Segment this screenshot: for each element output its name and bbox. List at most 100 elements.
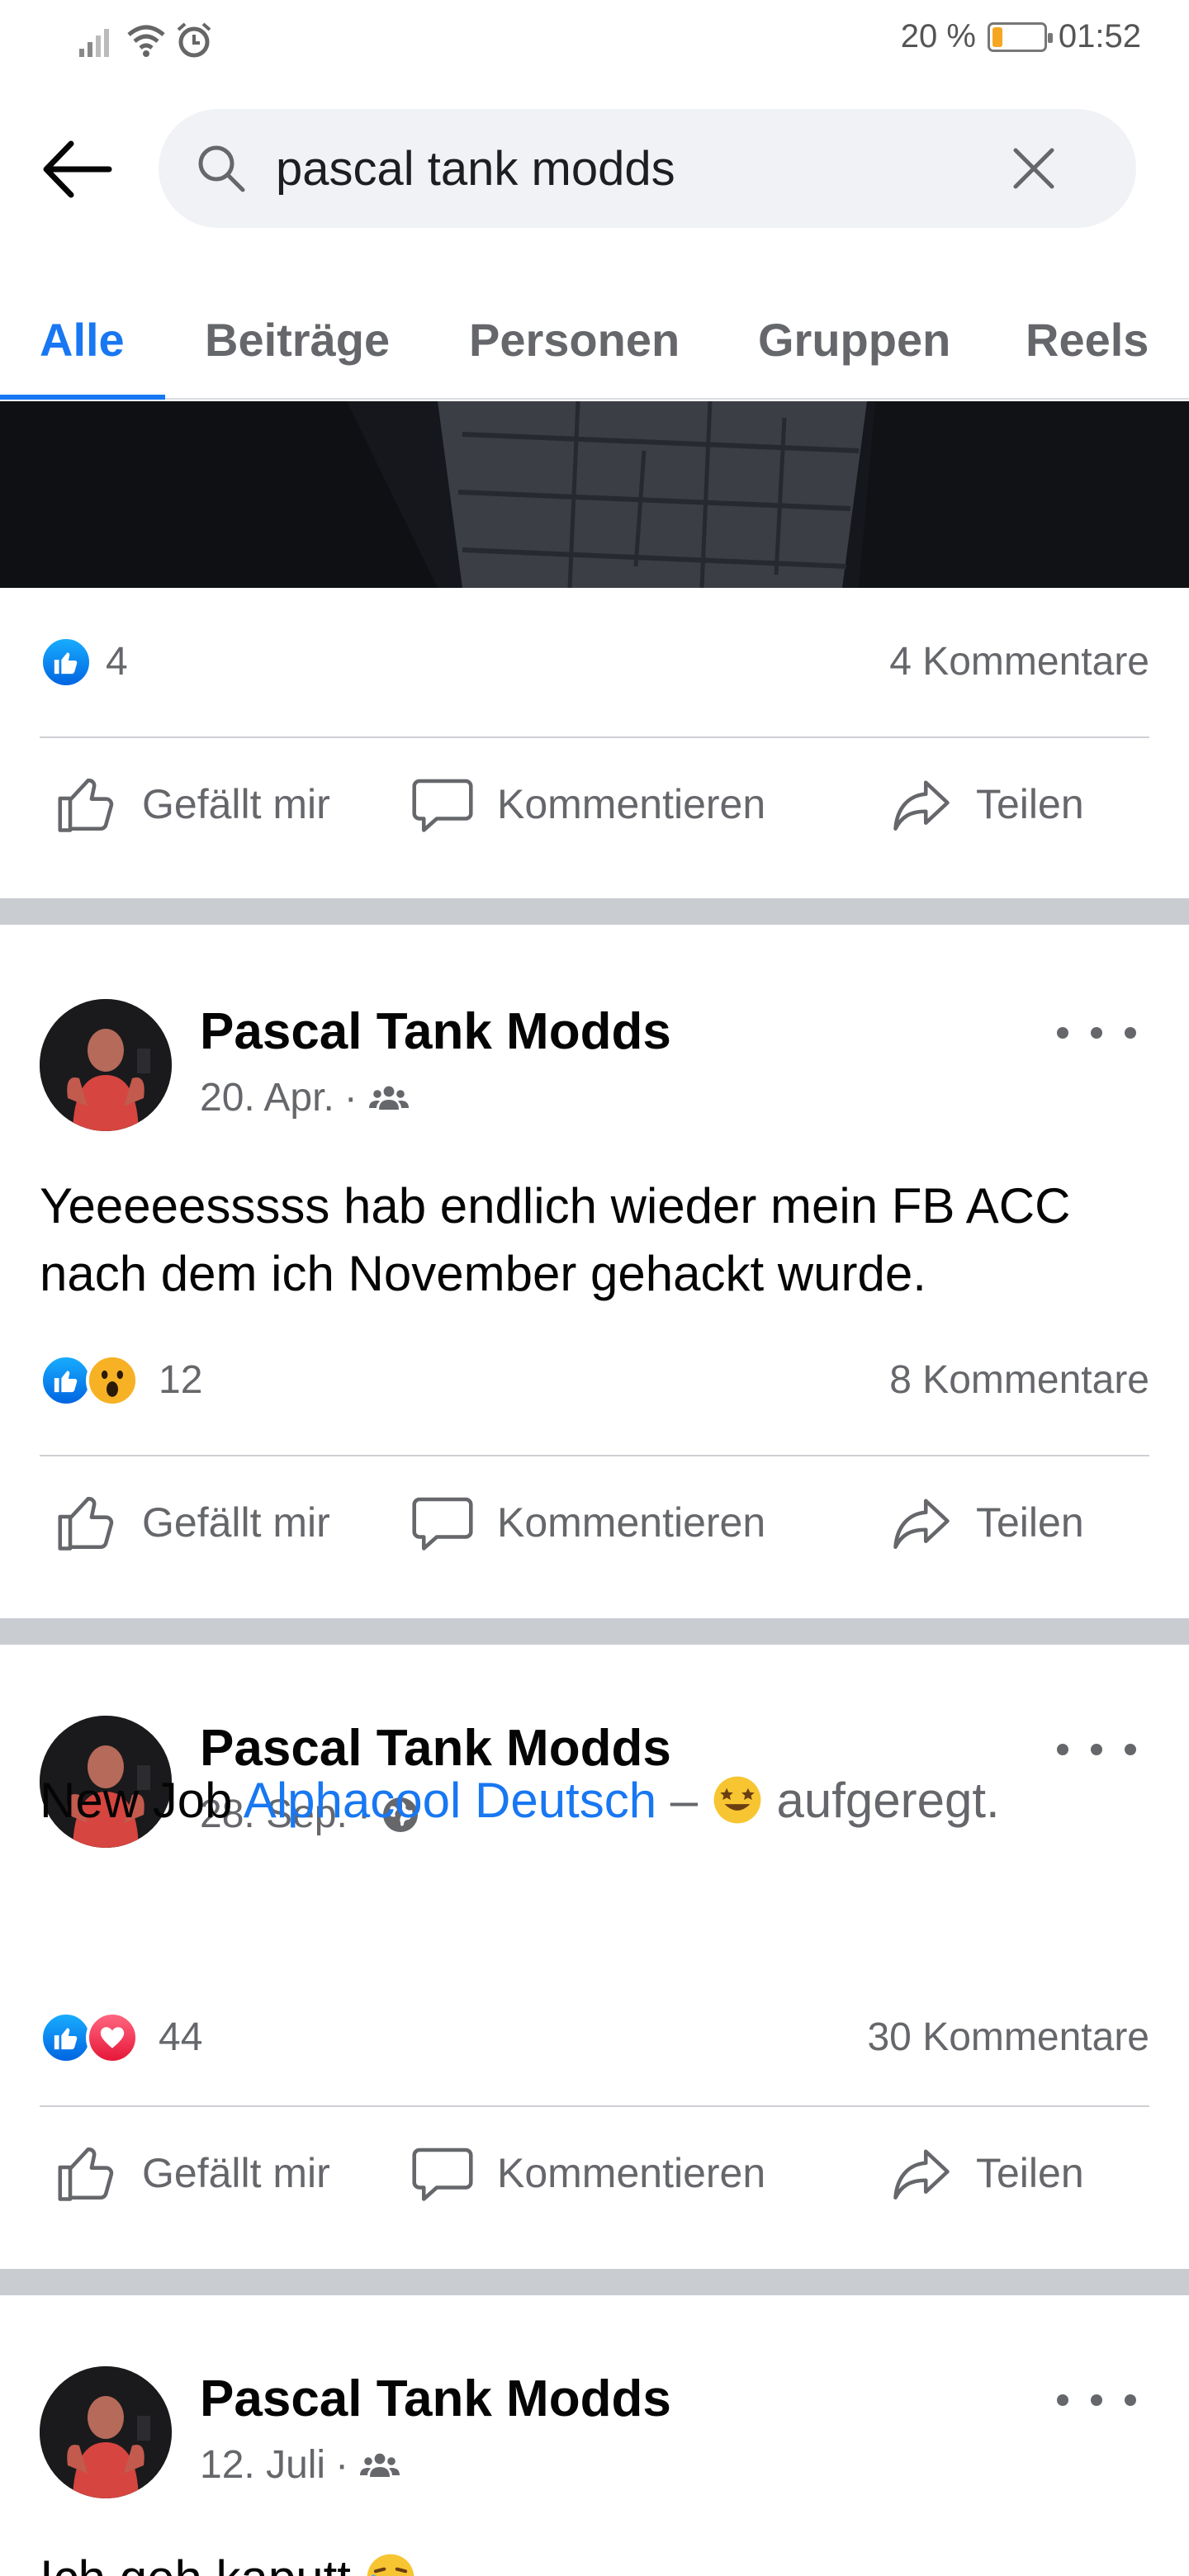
avatar[interactable]: [40, 2366, 172, 2498]
grinning-star-eyes-emoji-icon: [713, 1776, 761, 1824]
signal-icon: [79, 29, 109, 57]
search-header: [0, 83, 1189, 239]
post-separator: [0, 2269, 1189, 2295]
wifi-icon: [127, 25, 165, 57]
like-label: Gefällt mir: [142, 781, 330, 827]
status-icons-right: 20 % 01:52: [901, 18, 1141, 55]
tab-reels[interactable]: Reels: [1026, 297, 1149, 383]
comment-icon: [412, 1497, 473, 1551]
friends-icon: [360, 2453, 400, 2477]
active-tab-indicator: [0, 395, 165, 400]
dot: [1057, 1027, 1068, 1039]
battery-fill: [992, 26, 1002, 47]
laughing-emoji-icon: [367, 2554, 414, 2576]
post-0-footer: 4 4 Kommentare Gefällt mir Kommentieren …: [0, 588, 1189, 898]
meta-dot: ·: [335, 2443, 349, 2487]
comment-icon: [412, 2147, 473, 2201]
post-author[interactable]: Pascal Tank Modds: [200, 2370, 671, 2428]
status-bar: 20 % 01:52: [0, 0, 1189, 83]
post-author[interactable]: Pascal Tank Modds: [200, 1002, 671, 1061]
comment-label: Kommentieren: [497, 781, 766, 827]
feeling-label: aufgeregt.: [776, 1773, 1000, 1828]
reactions-summary[interactable]: 12 8 Kommentare: [40, 1342, 1149, 1417]
dot: [1125, 2394, 1136, 2406]
dot: [1057, 2394, 1068, 2406]
avatar[interactable]: [40, 999, 172, 1131]
share-button[interactable]: Teilen: [887, 2138, 1084, 2208]
more-options-button[interactable]: [1057, 1012, 1136, 1054]
back-arrow-icon: [43, 140, 112, 198]
more-options-button[interactable]: [1057, 1729, 1136, 1770]
employer-link[interactable]: Alphacool Deutsch: [244, 1773, 656, 1828]
dot: [1057, 1744, 1068, 1755]
post-image[interactable]: [0, 401, 1189, 588]
like-button[interactable]: Gefällt mir: [53, 1488, 330, 1557]
comment-label: Kommentieren: [497, 2150, 766, 2196]
share-icon: [893, 780, 950, 831]
thumbs-up-icon: [58, 2147, 114, 2201]
post-date[interactable]: 12. Juli: [200, 2442, 325, 2488]
post-header: Pascal Tank Modds 12. Juli ·: [40, 2366, 1149, 2507]
comment-icon: [412, 779, 473, 832]
like-reaction-icon: [40, 636, 92, 689]
post-text: Yeeeeesssss hab endlich wieder mein FB A…: [40, 1178, 1071, 1301]
more-options-button[interactable]: [1057, 2379, 1136, 2421]
post-meta: 20. Apr. ·: [200, 1075, 410, 1120]
share-icon: [893, 1499, 950, 1550]
reactions-summary[interactable]: 44 30 Kommentare: [40, 2000, 1149, 2074]
share-button[interactable]: Teilen: [887, 1488, 1084, 1557]
back-button[interactable]: [40, 132, 114, 206]
reaction-icons: [40, 2011, 139, 2064]
post-actions: Gefällt mir Kommentieren Teilen: [0, 1456, 1189, 1580]
thumbs-up-icon: [58, 1497, 114, 1551]
share-button[interactable]: Teilen: [887, 769, 1084, 839]
post-date[interactable]: 20. Apr.: [200, 1075, 334, 1120]
like-button[interactable]: Gefällt mir: [53, 2138, 330, 2208]
clock: 01:52: [1058, 18, 1141, 54]
like-reaction-icon: [40, 2011, 92, 2064]
comment-button[interactable]: Kommentieren: [408, 769, 765, 839]
dot: [1091, 2394, 1102, 2406]
search-input[interactable]: [276, 129, 1002, 208]
share-icon: [893, 2149, 950, 2200]
friends-icon: [368, 1086, 409, 1110]
comment-label: Kommentieren: [497, 1499, 766, 1546]
like-label: Gefällt mir: [142, 1499, 330, 1546]
share-label: Teilen: [976, 1499, 1084, 1546]
dot: [1125, 1027, 1136, 1039]
comments-count[interactable]: 8 Kommentare: [889, 1354, 1149, 1407]
post-text-prefix: New Job: [40, 1773, 233, 1828]
like-reaction-icon: [40, 1354, 92, 1407]
tab-beitraege[interactable]: Beiträge: [205, 297, 390, 383]
reaction-count: 44: [159, 2015, 203, 2059]
alarm-icon: [177, 22, 211, 58]
reactions-summary[interactable]: 4 4 Kommentare: [40, 624, 1149, 698]
like-button[interactable]: Gefällt mir: [53, 769, 330, 839]
battery-percent: 20 %: [900, 18, 976, 54]
post-2: Pascal Tank Modds 28. Sep. · New Job Alp…: [0, 1645, 1189, 2269]
reaction-count: 12: [159, 1358, 203, 1402]
comments-count[interactable]: 4 Kommentare: [889, 636, 1149, 689]
tab-alle[interactable]: Alle: [40, 297, 125, 383]
post-separator: [0, 1618, 1189, 1645]
reaction-icons: [40, 636, 92, 689]
post-3: Pascal Tank Modds 12. Juli · Ich geh kap…: [0, 2295, 1189, 2576]
post-text-content: Ich geh kaputt: [40, 2550, 351, 2576]
search-box[interactable]: [159, 109, 1136, 228]
tab-personen[interactable]: Personen: [469, 297, 680, 383]
comment-button[interactable]: Kommentieren: [408, 1488, 765, 1557]
search-tabs: Alle Beiträge Personen Gruppen Reels: [0, 281, 1189, 400]
post-1: Pascal Tank Modds 20. Apr. · Yeeeeesssss…: [0, 925, 1189, 1618]
status-icons-left: [79, 21, 213, 59]
comments-count[interactable]: 30 Kommentare: [867, 2011, 1149, 2064]
search-icon: [198, 145, 245, 192]
comment-button[interactable]: Kommentieren: [408, 2138, 765, 2208]
post-image-graphic: [0, 401, 1189, 588]
dot: [1091, 1027, 1102, 1039]
reaction-count: 4: [106, 640, 128, 684]
share-label: Teilen: [976, 781, 1084, 827]
post-actions: Gefällt mir Kommentieren Teilen: [0, 2107, 1189, 2231]
clear-search-icon[interactable]: [1009, 144, 1059, 193]
avatar-image: [40, 2366, 172, 2498]
tab-gruppen[interactable]: Gruppen: [758, 297, 950, 383]
